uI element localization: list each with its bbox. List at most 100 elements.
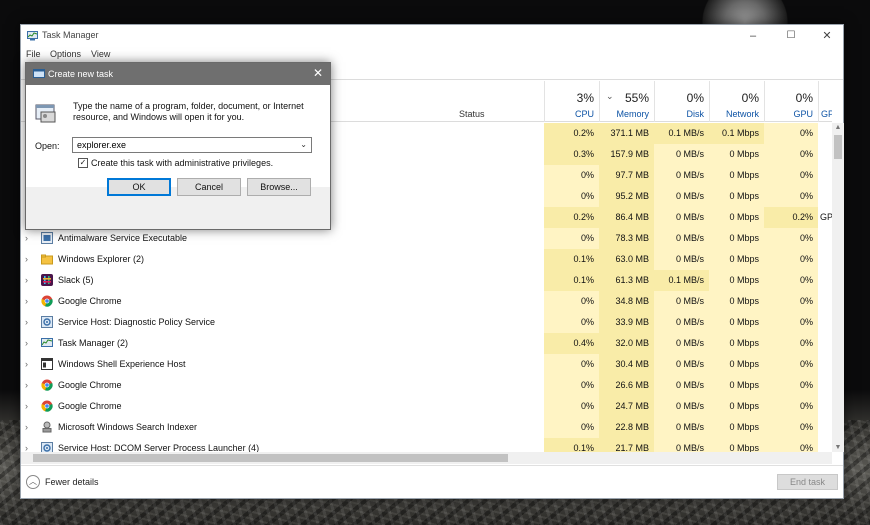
cancel-button[interactable]: Cancel [177,178,241,196]
gpu-cell: 0% [764,291,818,312]
gpu-total: 0% [795,91,813,105]
gpu-cell: 0% [764,228,818,249]
antimalware-icon [41,232,53,244]
column-disk[interactable]: 0% Disk [654,81,709,122]
disk-cell: 0 MB/s [654,249,709,270]
minimize-button[interactable]: – [739,29,767,43]
expand-chevron-icon[interactable]: › [25,249,28,270]
process-name: Google Chrome [58,296,122,306]
gpu-engine-cell [818,396,832,417]
table-row[interactable]: › Slack (5) 0.1% 61.3 MB 0.1 MB/s 0 Mbps 0% [21,270,832,291]
cpu-cell: 0% [544,291,599,312]
network-cell: 0 Mbps [709,144,764,165]
expand-chevron-icon[interactable]: › [25,270,28,291]
gpu-engine-cell [818,438,832,452]
disk-cell: 0.1 MB/s [654,270,709,291]
expand-chevron-icon[interactable]: › [25,228,28,249]
expand-chevron-icon[interactable]: › [25,354,28,375]
gpu-cell: 0% [764,144,818,165]
process-name: Slack (5) [58,275,94,285]
vertical-scroll-thumb[interactable] [834,135,842,159]
menu-file[interactable]: File [26,49,41,59]
close-button[interactable]: ✕ [813,29,841,43]
disk-cell: 0 MB/s [654,228,709,249]
gpu-cell: 0% [764,417,818,438]
slack-icon [41,274,53,286]
footer-bar: ︿ Fewer details End task [21,465,843,499]
gpu-cell: 0% [764,270,818,291]
chevron-up-icon[interactable]: ︿ [26,475,40,489]
admin-privileges-label[interactable]: Create this task with administrative pri… [91,158,273,168]
chrome-icon [41,379,53,391]
dialog-content: Type the name of a program, folder, docu… [26,85,330,187]
expand-chevron-icon[interactable]: › [25,396,28,417]
cpu-cell: 0% [544,312,599,333]
expand-chevron-icon[interactable]: › [25,375,28,396]
memory-cell: 32.0 MB [599,333,654,354]
browse-button[interactable]: Browse... [247,178,311,196]
table-row[interactable]: › Service Host: DCOM Server Process Launc… [21,438,832,452]
network-cell: 0 Mbps [709,291,764,312]
menu-options[interactable]: Options [50,49,81,59]
cpu-cell: 0.1% [544,270,599,291]
column-gpu[interactable]: 0% GPU [764,81,818,122]
gpu-engine-cell [818,354,832,375]
dialog-title-bar[interactable]: Create new task ✕ [26,63,330,85]
gear-icon [41,316,53,328]
expand-chevron-icon[interactable]: › [25,333,28,354]
dropdown-arrow-icon[interactable]: ⌄ [300,138,307,152]
expand-chevron-icon[interactable]: › [25,417,28,438]
table-row[interactable]: › Microsoft Windows Search Indexer 0% 22.8 … [21,417,832,438]
disk-cell: 0 MB/s [654,333,709,354]
network-cell: 0 Mbps [709,207,764,228]
column-network[interactable]: 0% Network [709,81,764,122]
menu-bar: File Options View [21,47,843,61]
gpu-cell: 0% [764,249,818,270]
memory-cell: 21.7 MB [599,438,654,452]
gpu-cell: 0% [764,123,818,144]
expand-chevron-icon[interactable]: › [25,291,28,312]
vertical-scrollbar[interactable]: ▲ ▼ [832,123,844,452]
maximize-button[interactable]: ☐ [777,29,805,43]
process-name: Windows Explorer (2) [58,254,145,264]
table-row[interactable]: › Task Manager (2) 0.4% 32.0 MB 0 MB/s 0 Mbps… [21,333,832,354]
admin-privileges-checkbox[interactable]: ✓ [78,158,88,168]
table-row[interactable]: › Google Chrome 0% 26.6 MB 0 MB/s 0 Mbps 0% [21,375,832,396]
process-name: Service Host: DCOM Server Process Launch… [58,443,260,452]
cpu-cell: 0% [544,165,599,186]
table-row[interactable]: › Google Chrome 0% 34.8 MB 0 MB/s 0 Mbps 0% [21,291,832,312]
fewer-details-link[interactable]: Fewer details [45,477,99,487]
disk-cell: 0 MB/s [654,186,709,207]
menu-view[interactable]: View [91,49,110,59]
column-memory[interactable]: ⌄ 55% Memory [599,81,654,122]
memory-cell: 86.4 MB [599,207,654,228]
column-status[interactable]: Status [459,109,485,119]
gpu-cell: 0% [764,312,818,333]
horizontal-scrollbar[interactable] [21,452,832,464]
column-cpu[interactable]: 3% CPU [544,81,599,122]
network-total: 0% [741,91,759,105]
horizontal-scroll-thumb[interactable] [33,454,508,462]
expand-chevron-icon[interactable]: › [25,438,28,452]
table-row[interactable]: › Antimalware Service Executable 0% 78.3 MB… [21,228,832,249]
table-row[interactable]: › Service Host: Diagnostic Policy Service… [21,312,832,333]
window-title: Task Manager [42,30,99,40]
column-gpu-engine[interactable]: GPU e [818,81,832,122]
open-input-value[interactable]: explorer.exe [77,140,126,150]
table-row[interactable]: › Windows Shell Experience Host 0% 30.4 MB 0… [21,354,832,375]
table-row[interactable]: › Windows Explorer (2) 0.1% 63.0 MB 0 MB/s 0 … [21,249,832,270]
scroll-up-icon[interactable]: ▲ [832,124,844,131]
ok-button[interactable]: OK [107,178,171,196]
cpu-cell: 0.2% [544,207,599,228]
table-row[interactable]: › Google Chrome 0% 24.7 MB 0 MB/s 0 Mbps 0% [21,396,832,417]
expand-chevron-icon[interactable]: › [25,312,28,333]
network-cell: 0 Mbps [709,228,764,249]
end-task-button[interactable]: End task [777,474,838,490]
disk-label: Disk [686,109,705,119]
title-bar[interactable]: Task Manager – ☐ ✕ [21,25,843,47]
open-combobox[interactable]: explorer.exe ⌄ [72,137,312,153]
scroll-down-icon[interactable]: ▼ [832,444,844,451]
gear-icon [41,442,53,452]
cpu-cell: 0.4% [544,333,599,354]
dialog-close-icon[interactable]: ✕ [313,66,323,80]
